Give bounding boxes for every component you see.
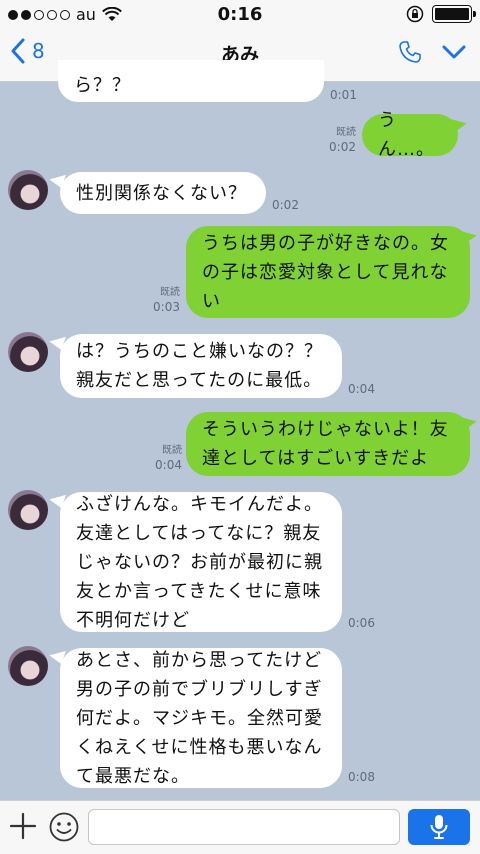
avatar[interactable] — [8, 490, 48, 530]
battery-icon — [432, 5, 476, 23]
message-status: 既読 0:02 — [318, 126, 356, 154]
message-bubble-incoming[interactable]: あとさ、前から思ってたけど 男の子の前でブリブリしすぎ 何だよ。マジキモ。全然可… — [60, 648, 342, 788]
message-text: は？うちのこと嫌いなの？？ 親友だと思ってたのに最低。 — [76, 341, 323, 391]
read-receipt: 既読 — [336, 127, 356, 138]
message-bubble-incoming[interactable]: 性別関係なくない？ — [60, 172, 266, 214]
phone-icon[interactable] — [398, 40, 422, 64]
message-bubble-outgoing[interactable]: うちは男の子が好きなの。女 の子は恋愛対象として見れな い — [186, 226, 470, 318]
message-text: ら？？ — [74, 74, 131, 96]
microphone-icon — [430, 815, 448, 839]
message-time: 0:06 — [348, 616, 375, 630]
read-receipt: 既読 — [162, 445, 182, 456]
message-text: 性別関係なくない？ — [76, 182, 247, 204]
avatar[interactable] — [8, 332, 48, 372]
message-time: 0:01 — [330, 88, 357, 102]
message-time: 0:03 — [153, 300, 180, 314]
avatar[interactable] — [8, 646, 48, 686]
message-time: 0:02 — [329, 140, 356, 154]
plus-icon[interactable] — [8, 811, 38, 841]
message-status: 既読 0:03 — [142, 286, 180, 314]
message-text: あとさ、前から思ってたけど 男の子の前でブリブリしすぎ 何だよ。マジキモ。全然可… — [76, 649, 323, 787]
chevron-down-icon[interactable] — [442, 44, 466, 60]
message-bubble-incoming[interactable]: ふざけんな。キモイんだよ。 友達としてはってなに？親友 じゃないの？お前が最初に… — [60, 492, 342, 632]
message-time: 0:04 — [155, 458, 182, 472]
message-input[interactable] — [88, 809, 400, 845]
message-text: ふざけんな。キモイんだよ。 友達としてはってなに？親友 じゃないの？お前が最初に… — [76, 493, 323, 631]
status-bar: au 0:16 — [0, 0, 480, 30]
message-time: 0:02 — [272, 198, 299, 212]
message-bubble-outgoing[interactable]: うん…。 — [362, 110, 458, 160]
message-bubble-outgoing[interactable]: そういうわけじゃないよ！友 達としてはすごいすきだよ — [186, 412, 470, 476]
message-status: 既読 0:04 — [144, 444, 182, 472]
rotation-lock-icon — [406, 5, 424, 23]
message-time: 0:04 — [348, 382, 375, 396]
message-input-bar — [0, 800, 480, 854]
message-time: 0:08 — [348, 770, 375, 784]
read-receipt: 既読 — [160, 287, 180, 298]
avatar[interactable] — [8, 170, 48, 210]
message-text: うちは男の子が好きなの。女 の子は恋愛対象として見れな い — [202, 232, 449, 312]
message-text: うん…。 — [378, 110, 435, 160]
message-bubble-incoming[interactable]: は？うちのこと嫌いなの？？ 親友だと思ってたのに最低。 — [60, 334, 342, 398]
voice-message-button[interactable] — [408, 809, 470, 845]
emoji-icon[interactable] — [48, 811, 80, 843]
message-text: そういうわけじゃないよ！友 達としてはすごいすきだよ — [202, 419, 449, 469]
message-bubble-incoming[interactable]: ら？？ — [58, 60, 324, 102]
